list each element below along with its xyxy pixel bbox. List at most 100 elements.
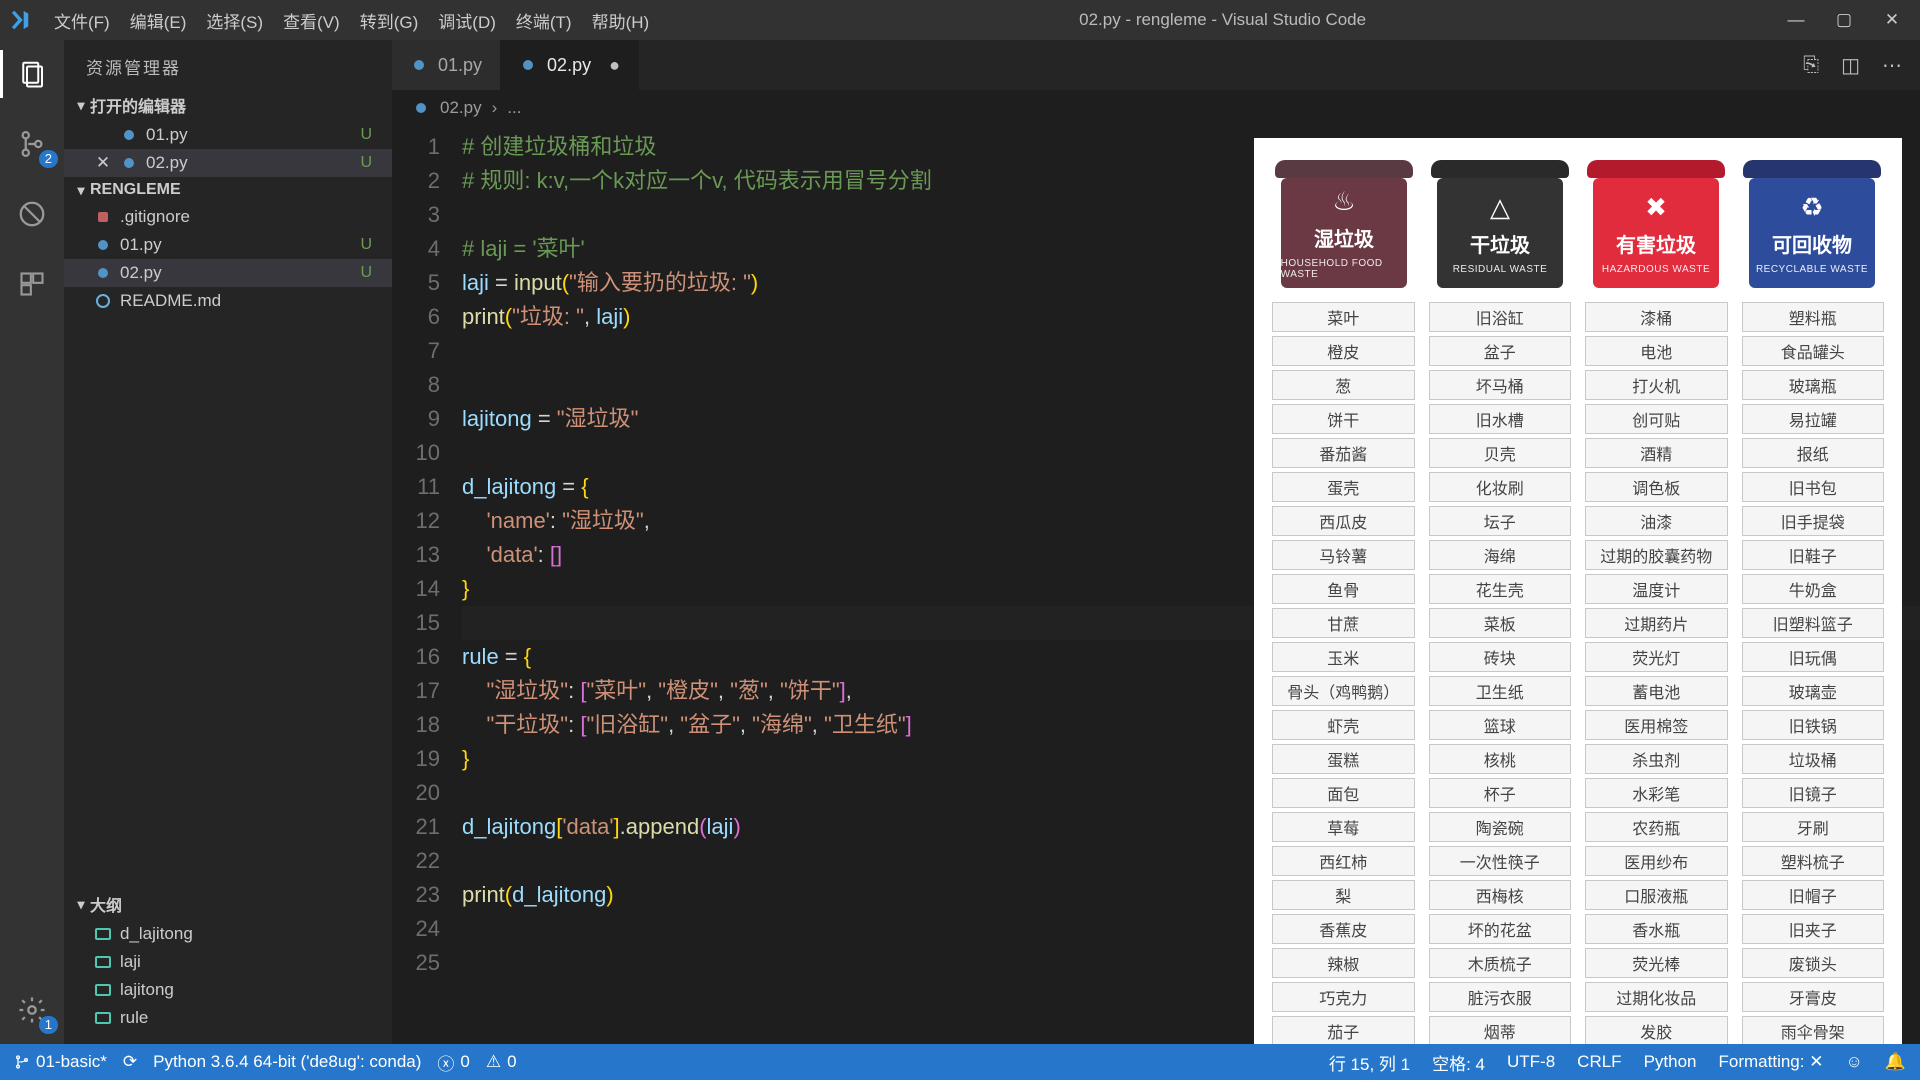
python-interpreter[interactable]: Python 3.6.4 64-bit ('de8ug': conda)	[153, 1052, 421, 1072]
breadcrumb[interactable]: 02.py › ...	[392, 90, 1920, 126]
trash-item-cell: 蓄电池	[1585, 676, 1728, 706]
open-editors-header[interactable]: ▾打开的编辑器	[64, 89, 392, 121]
notifications-bell-icon[interactable]: 🔔	[1885, 1052, 1906, 1072]
editor-tab[interactable]: 02.py●	[501, 40, 639, 90]
trash-item-cell: 废锁头	[1742, 948, 1885, 978]
trash-item-cell: 温度计	[1585, 574, 1728, 604]
symbol-variable-icon	[94, 984, 112, 996]
split-editor-icon[interactable]: ◫	[1841, 53, 1860, 78]
trash-item-cell: 辣椒	[1272, 948, 1415, 978]
trash-item-cell: 木质梳子	[1429, 948, 1572, 978]
menu-go[interactable]: 转到(G)	[350, 8, 429, 33]
compare-changes-icon[interactable]: ⎘	[1803, 54, 1819, 77]
cursor-position[interactable]: 行 15, 列 1	[1329, 1050, 1410, 1075]
settings-gear-icon[interactable]: 1	[8, 990, 56, 1030]
chevron-down-icon: ▾	[72, 896, 90, 913]
chevron-down-icon: ▾	[72, 97, 90, 114]
close-icon[interactable]: ✕	[94, 153, 112, 173]
trash-item-cell: 牙刷	[1742, 812, 1885, 842]
git-branch-indicator[interactable]: 01-basic*	[14, 1052, 107, 1072]
trash-item-cell: 花生壳	[1429, 574, 1572, 604]
open-editor-item[interactable]: 01.pyU	[64, 121, 392, 149]
trash-item-cell: 盆子	[1429, 336, 1572, 366]
dirty-indicator-icon[interactable]: ●	[609, 55, 620, 76]
git-status: U	[360, 154, 380, 172]
trash-item-cell: 打火机	[1585, 370, 1728, 400]
trash-bin: △干垃圾RESIDUAL WASTE	[1428, 160, 1572, 288]
menu-edit[interactable]: 编辑(E)	[120, 8, 197, 33]
outline-item[interactable]: lajitong	[64, 976, 392, 1004]
sync-icon[interactable]: ⟳	[123, 1052, 137, 1072]
sidebar: 资源管理器 ▾打开的编辑器 01.pyU✕02.pyU ▾RENGLEME .g…	[64, 40, 392, 1044]
line-numbers: 1234567891011121314151617181920212223242…	[392, 126, 462, 1044]
trash-item-cell: 篮球	[1429, 710, 1572, 740]
maximize-button[interactable]: ▢	[1834, 10, 1854, 30]
language-mode[interactable]: Python	[1644, 1052, 1697, 1072]
feedback-smiley-icon[interactable]: ☺	[1845, 1052, 1862, 1072]
problems-errors[interactable]: ⓧ 0	[437, 1050, 469, 1075]
trash-item-cell: 酒精	[1585, 438, 1728, 468]
trash-item-cell: 玉米	[1272, 642, 1415, 672]
folder-header[interactable]: ▾RENGLEME	[64, 177, 392, 203]
file-icon	[94, 294, 112, 308]
outline-item[interactable]: rule	[64, 1004, 392, 1032]
file-name: 02.py	[146, 153, 188, 173]
outline-header[interactable]: ▾大纲	[64, 888, 392, 920]
encoding[interactable]: UTF-8	[1507, 1052, 1555, 1072]
trash-item-cell: 医用纱布	[1585, 846, 1728, 876]
file-name: README.md	[120, 291, 221, 311]
editor-tab[interactable]: 01.py	[392, 40, 501, 90]
trash-item-cell: 面包	[1272, 778, 1415, 808]
menu-file[interactable]: 文件(F)	[44, 8, 120, 33]
close-button[interactable]: ✕	[1882, 10, 1902, 30]
tab-label: 01.py	[438, 55, 482, 76]
more-actions-icon[interactable]: ⋯	[1882, 53, 1902, 78]
trash-item-cell: 报纸	[1742, 438, 1885, 468]
warning-count: 0	[507, 1052, 516, 1072]
trash-item-cell: 雨伞骨架	[1742, 1016, 1885, 1044]
window-controls: — ▢ ✕	[1786, 10, 1912, 30]
menu-debug[interactable]: 调试(D)	[428, 8, 506, 33]
folder-file-item[interactable]: 02.pyU	[64, 259, 392, 287]
menu-terminal[interactable]: 终端(T)	[506, 8, 582, 33]
reference-image-overlay: ♨湿垃圾HOUSEHOLD FOOD WASTE△干垃圾RESIDUAL WAS…	[1254, 138, 1902, 1044]
trash-items-column: 旧浴缸盆子坏马桶旧水槽贝壳化妆刷坛子海绵花生壳菜板砖块卫生纸篮球核桃杯子陶瓷碗一…	[1429, 302, 1572, 1044]
menu-help[interactable]: 帮助(H)	[582, 8, 660, 33]
open-editor-item[interactable]: ✕ 02.py U	[64, 149, 392, 177]
python-file-icon	[519, 60, 537, 70]
trash-item-cell: 海绵	[1429, 540, 1572, 570]
outline-item[interactable]: laji	[64, 948, 392, 976]
trash-item-cell: 口服液瓶	[1585, 880, 1728, 910]
extensions-activity-icon[interactable]	[8, 264, 56, 304]
trash-items-columns: 菜叶橙皮葱饼干番茄酱蛋壳西瓜皮马铃薯鱼骨甘蔗玉米骨头（鸡鸭鹅）虾壳蛋糕面包草莓西…	[1272, 302, 1884, 1044]
folder-file-item[interactable]: README.md	[64, 287, 392, 315]
explorer-activity-icon[interactable]	[8, 54, 56, 94]
trash-item-cell: 塑料瓶	[1742, 302, 1885, 332]
outline-item[interactable]: d_lajitong	[64, 920, 392, 948]
symbol-name: rule	[120, 1008, 148, 1028]
trash-item-cell: 坛子	[1429, 506, 1572, 536]
trash-item-cell: 核桃	[1429, 744, 1572, 774]
folder-file-item[interactable]: 01.pyU	[64, 231, 392, 259]
formatting-status[interactable]: Formatting: ✕	[1719, 1052, 1824, 1072]
git-status: U	[360, 264, 380, 282]
trash-item-cell: 杀虫剂	[1585, 744, 1728, 774]
scm-activity-icon[interactable]: 2	[8, 124, 56, 164]
menu-select[interactable]: 选择(S)	[196, 8, 273, 33]
chevron-right-icon: ›	[492, 98, 498, 118]
testing-activity-icon[interactable]	[8, 194, 56, 234]
problems-warnings[interactable]: ⚠ 0	[486, 1052, 517, 1072]
trash-item-cell: 骨头（鸡鸭鹅）	[1272, 676, 1415, 706]
eol[interactable]: CRLF	[1577, 1052, 1621, 1072]
indentation[interactable]: 空格: 4	[1432, 1050, 1485, 1075]
folder-file-item[interactable]: .gitignore	[64, 203, 392, 231]
trash-item-cell: 饼干	[1272, 404, 1415, 434]
minimize-button[interactable]: —	[1786, 10, 1806, 30]
python-file-icon	[412, 103, 430, 113]
trash-items-column: 菜叶橙皮葱饼干番茄酱蛋壳西瓜皮马铃薯鱼骨甘蔗玉米骨头（鸡鸭鹅）虾壳蛋糕面包草莓西…	[1272, 302, 1415, 1044]
trash-item-cell: 过期的胶囊药物	[1585, 540, 1728, 570]
menu-view[interactable]: 查看(V)	[273, 8, 350, 33]
file-name: 01.py	[120, 235, 162, 255]
window-title: 02.py - rengleme - Visual Studio Code	[659, 10, 1786, 30]
trash-item-cell: 旧书包	[1742, 472, 1885, 502]
